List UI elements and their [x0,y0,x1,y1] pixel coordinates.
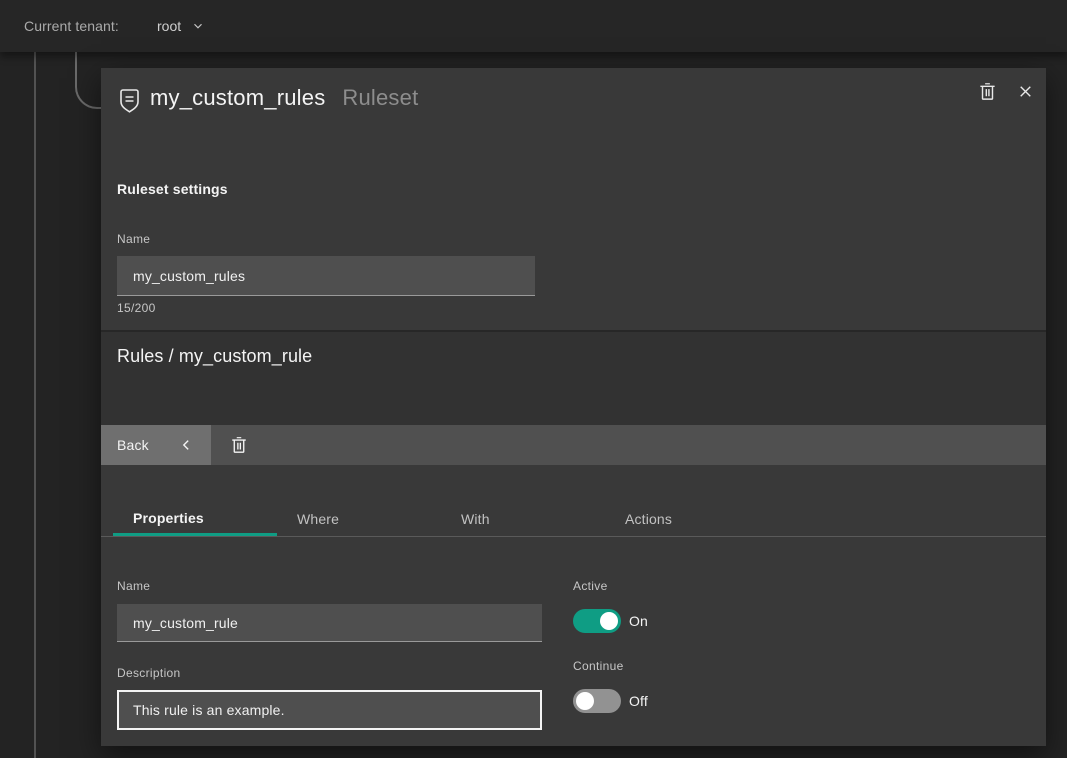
trash-icon [230,436,248,454]
ruleset-name-input[interactable] [117,256,535,296]
delete-ruleset-button[interactable] [970,74,1004,108]
rule-name-label: Name [117,579,150,593]
tab-label: Properties [133,510,204,526]
trash-icon [978,82,997,101]
ruleset-name-label: Name [117,232,150,246]
active-toggle[interactable] [573,609,621,633]
tab-label: With [461,511,490,527]
tenant-dropdown[interactable]: root [157,0,205,52]
active-toggle-row: On [573,609,648,633]
rule-toolbar: Back [101,425,1046,465]
delete-rule-button[interactable] [211,425,267,465]
back-button[interactable]: Back [101,425,211,465]
chevron-left-icon [179,438,193,452]
ruleset-name-char-counter: 15/200 [117,301,156,315]
continue-toggle-row: Off [573,689,648,713]
diagram-elbow-connector [75,52,102,109]
rule-breadcrumb-band: Rules / my_custom_rule [101,332,1046,425]
tab-where[interactable]: Where [277,490,441,536]
tenant-dropdown-value: root [157,18,181,34]
top-bar: Current tenant: root [0,0,1067,52]
toggle-knob [576,692,594,710]
tab-label: Where [297,511,339,527]
panel-title: my_custom_rules Ruleset [150,85,418,111]
continue-toggle[interactable] [573,689,621,713]
rule-description-input[interactable] [117,690,542,730]
active-toggle-label: Active [573,579,608,593]
toggle-knob [600,612,618,630]
ruleset-name-title: my_custom_rules [150,85,325,110]
close-panel-button[interactable] [1008,74,1042,108]
ruleset-panel: my_custom_rulesRuleset Ruleset settings … [101,68,1046,746]
active-toggle-state: On [629,613,648,629]
chevron-down-icon [191,19,205,33]
current-tenant-label: Current tenant: [24,18,119,34]
ruleset-settings-heading: Ruleset settings [117,181,228,197]
close-icon [1017,83,1034,100]
panel-subtitle: Ruleset [342,85,418,110]
rule-tabs: Properties Where With Actions [101,490,1046,537]
rule-name-input[interactable] [117,604,542,642]
ruleset-panel-header: my_custom_rules Ruleset [101,68,1046,133]
continue-toggle-state: Off [629,693,648,709]
tab-actions[interactable]: Actions [605,490,769,536]
continue-toggle-label: Continue [573,659,624,673]
ruleset-shield-icon [119,89,140,118]
tab-with[interactable]: With [441,490,605,536]
diagram-vertical-line [34,52,36,758]
rule-description-label: Description [117,666,181,680]
tab-label: Actions [625,511,672,527]
rule-breadcrumb: Rules / my_custom_rule [117,346,312,367]
back-button-label: Back [117,437,149,453]
tab-properties[interactable]: Properties [113,490,277,536]
